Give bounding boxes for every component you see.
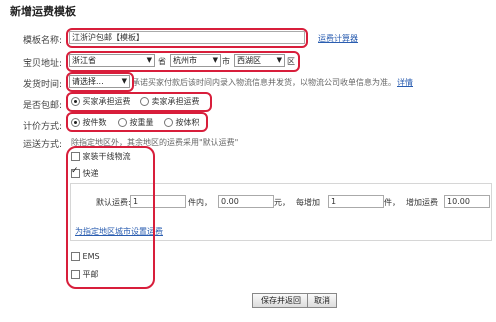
location-label: 宝贝地址: [22,59,62,69]
first-fee-unit: 元， [274,198,290,207]
ship-time-hint: 承诺买家付款后该时间内录入物流信息并发货，以物流公司收单信息为准。 [132,78,396,87]
shipping-method-label: 运送方式: [22,140,62,150]
save-and-return-button[interactable]: 保存并返回 [252,293,310,308]
freight-calculator-link[interactable]: 运费计算器 [318,33,358,44]
page-title: 新增运费模板 [10,5,76,18]
add-fee-label: 增加运费 [406,198,438,207]
annotation-outline [66,72,134,92]
annotation-outline [66,146,155,289]
ship-time-label: 发货时间: [22,80,62,90]
each-add-label: 每增加 [296,198,320,207]
first-fee-input[interactable]: 0.00 [218,195,274,208]
first-qty-unit: 件内， [188,198,212,207]
add-fee-input[interactable]: 10.00 [444,195,490,208]
cancel-button[interactable]: 取消 [307,293,337,308]
add-qty-unit: 件， [384,198,400,207]
pricing-label: 计价方式: [22,122,62,132]
annotation-outline [66,112,208,132]
template-name-label: 模板名称: [22,36,62,46]
annotation-outline [66,51,300,72]
annotation-outline [66,28,308,48]
free-shipping-label: 是否包邮: [22,101,62,111]
ship-time-details-link[interactable]: 详情 [397,77,413,88]
annotation-outline [66,92,212,112]
add-qty-input[interactable]: 1 [328,195,384,208]
